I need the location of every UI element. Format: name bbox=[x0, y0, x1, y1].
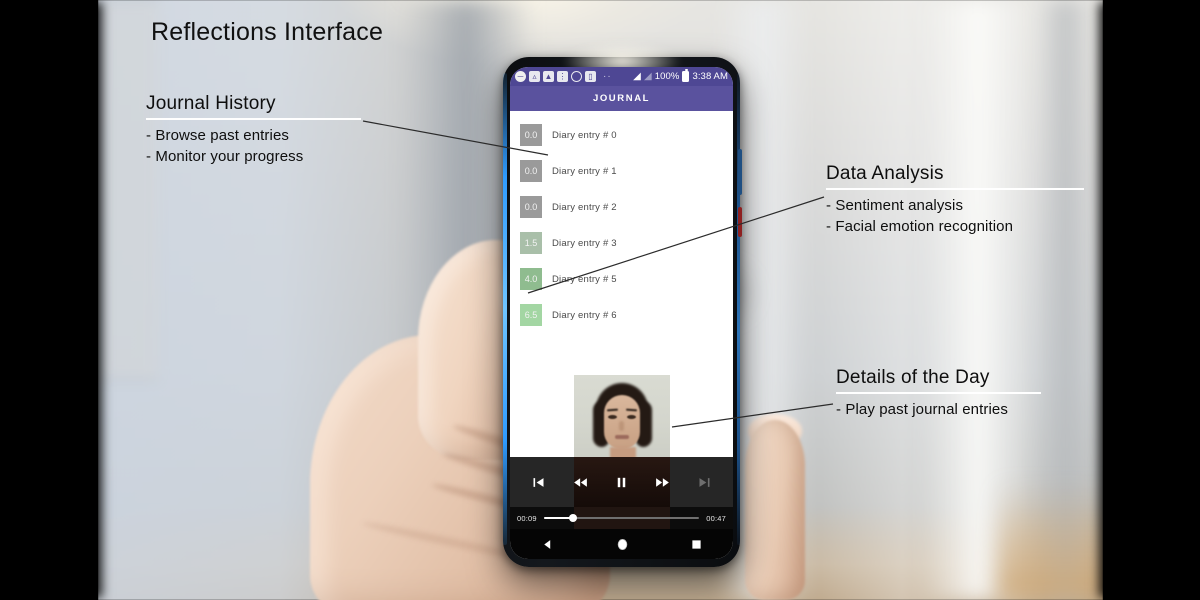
android-nav-bar bbox=[510, 529, 733, 559]
annotation-data-analysis: Data Analysis - Sentiment analysis - Fac… bbox=[826, 163, 1084, 238]
journal-entry-row[interactable]: 0.0 Diary entry # 1 bbox=[510, 153, 733, 189]
journal-entry-row[interactable]: 1.5 Diary entry # 3 bbox=[510, 225, 733, 261]
letterbox-bar-right bbox=[1103, 0, 1200, 600]
sentiment-score-badge: 6.5 bbox=[520, 304, 542, 326]
index-finger bbox=[745, 420, 805, 600]
circle-icon bbox=[571, 71, 582, 82]
journal-entry-label: Diary entry # 5 bbox=[552, 273, 617, 285]
annotation-journal-history: Journal History - Browse past entries - … bbox=[146, 93, 361, 168]
video-progress-bar[interactable]: 00:09 00:47 bbox=[510, 507, 733, 529]
annotation-bullet-list: - Play past journal entries bbox=[836, 399, 1041, 420]
annotation-bullet: - Sentiment analysis bbox=[826, 197, 964, 214]
annotation-underline bbox=[826, 188, 1084, 190]
journal-entry-label: Diary entry # 0 bbox=[552, 129, 617, 141]
power-button[interactable] bbox=[738, 207, 742, 237]
fast-forward-button[interactable] bbox=[650, 469, 676, 495]
skip-previous-button[interactable] bbox=[526, 469, 552, 495]
sentiment-score-badge: 0.0 bbox=[520, 124, 542, 146]
volume-button[interactable] bbox=[738, 149, 742, 195]
journal-entry-row[interactable]: 4.0 Diary entry # 5 bbox=[510, 261, 733, 297]
face-eye bbox=[626, 415, 636, 419]
phone-screen: ─ ▵ ▲ ⋮ ▯ ·· ◢ ◢ 100% 3:38 AM JOURNAL 0.… bbox=[510, 67, 733, 559]
annotation-bullet-list: - Sentiment analysis - Facial emotion re… bbox=[826, 195, 1084, 238]
face-nose bbox=[618, 421, 624, 431]
journal-entry-row[interactable]: 0.0 Diary entry # 0 bbox=[510, 117, 733, 153]
journal-entry-label: Diary entry # 2 bbox=[552, 201, 617, 213]
annotation-bullet: - Facial emotion recognition bbox=[826, 218, 1014, 236]
annotation-heading: Details of the Day bbox=[836, 367, 990, 388]
sentiment-score-badge: 0.0 bbox=[520, 196, 542, 218]
wifi-icon: ◢ bbox=[633, 71, 641, 82]
annotation-details-of-the-day: Details of the Day - Play past journal e… bbox=[836, 367, 1041, 420]
sentiment-score-badge: 0.0 bbox=[520, 160, 542, 182]
battery-percent-label: 100% bbox=[654, 71, 680, 82]
status-clock: 3:38 AM bbox=[692, 71, 728, 82]
video-preview-area[interactable] bbox=[510, 375, 733, 457]
app-bar-title: JOURNAL bbox=[510, 86, 733, 111]
sentiment-score-badge: 1.5 bbox=[520, 232, 542, 254]
letterbox-bar-left bbox=[0, 0, 98, 600]
annotation-underline bbox=[146, 118, 361, 120]
current-time-label: 00:09 bbox=[517, 513, 537, 523]
rewind-button[interactable] bbox=[567, 469, 593, 495]
annotation-bullet: - Browse past entries bbox=[146, 127, 289, 144]
do-not-disturb-icon: ─ bbox=[515, 71, 526, 82]
face-eye bbox=[607, 415, 617, 419]
total-time-label: 00:47 bbox=[706, 513, 726, 523]
annotation-bullet-list: - Browse past entries - Monitor your pro… bbox=[146, 125, 361, 168]
video-frame[interactable] bbox=[573, 375, 670, 457]
home-circle-icon[interactable] bbox=[615, 537, 630, 552]
sentiment-score-badge: 4.0 bbox=[520, 268, 542, 290]
signal-icon: ◢ bbox=[643, 71, 652, 82]
image-icon: ▲ bbox=[543, 71, 554, 82]
journal-entry-row[interactable]: 6.5 Diary entry # 6 bbox=[510, 297, 733, 333]
video-player-controls bbox=[510, 457, 733, 507]
back-triangle-icon[interactable] bbox=[541, 538, 554, 551]
smartphone-device: ─ ▵ ▲ ⋮ ▯ ·· ◢ ◢ 100% 3:38 AM JOURNAL 0.… bbox=[503, 41, 742, 567]
journal-entry-label: Diary entry # 1 bbox=[552, 165, 617, 177]
phone-right-edge bbox=[737, 73, 740, 545]
battery-icon bbox=[682, 69, 690, 82]
annotation-bullet: - Play past journal entries bbox=[836, 401, 1008, 418]
journal-entry-label: Diary entry # 3 bbox=[552, 237, 617, 249]
message-icon: ▵ bbox=[529, 71, 540, 82]
phone-left-edge bbox=[503, 73, 507, 545]
screenshot-stage: ─ ▵ ▲ ⋮ ▯ ·· ◢ ◢ 100% 3:38 AM JOURNAL 0.… bbox=[0, 0, 1200, 600]
sim-icon: ▯ bbox=[585, 71, 596, 82]
journal-entry-list[interactable]: 0.0 Diary entry # 0 0.0 Diary entry # 1 … bbox=[510, 111, 733, 333]
seek-handle[interactable] bbox=[569, 514, 578, 522]
face-neck bbox=[609, 447, 636, 457]
page-title: Reflections Interface bbox=[151, 18, 384, 46]
face-mouth bbox=[614, 435, 629, 439]
sd-card-icon: ⋮ bbox=[557, 71, 568, 82]
journal-entry-label: Diary entry # 6 bbox=[552, 309, 617, 321]
annotation-bullet: - Monitor your progress bbox=[146, 148, 304, 166]
annotation-underline bbox=[836, 392, 1041, 394]
status-bar: ─ ▵ ▲ ⋮ ▯ ·· ◢ ◢ 100% 3:38 AM bbox=[510, 67, 733, 86]
journal-entry-row[interactable]: 0.0 Diary entry # 2 bbox=[510, 189, 733, 225]
recents-square-icon[interactable] bbox=[691, 539, 702, 550]
pause-button[interactable] bbox=[608, 469, 634, 495]
annotation-heading: Data Analysis bbox=[826, 163, 944, 184]
status-overflow-dots: ·· bbox=[603, 71, 612, 82]
list-empty-space bbox=[510, 333, 733, 375]
annotation-heading: Journal History bbox=[146, 93, 276, 114]
skip-next-button[interactable] bbox=[691, 469, 717, 495]
background-blinds bbox=[98, 0, 158, 380]
seek-track[interactable] bbox=[543, 514, 700, 522]
background-cabinet bbox=[998, 480, 1103, 600]
